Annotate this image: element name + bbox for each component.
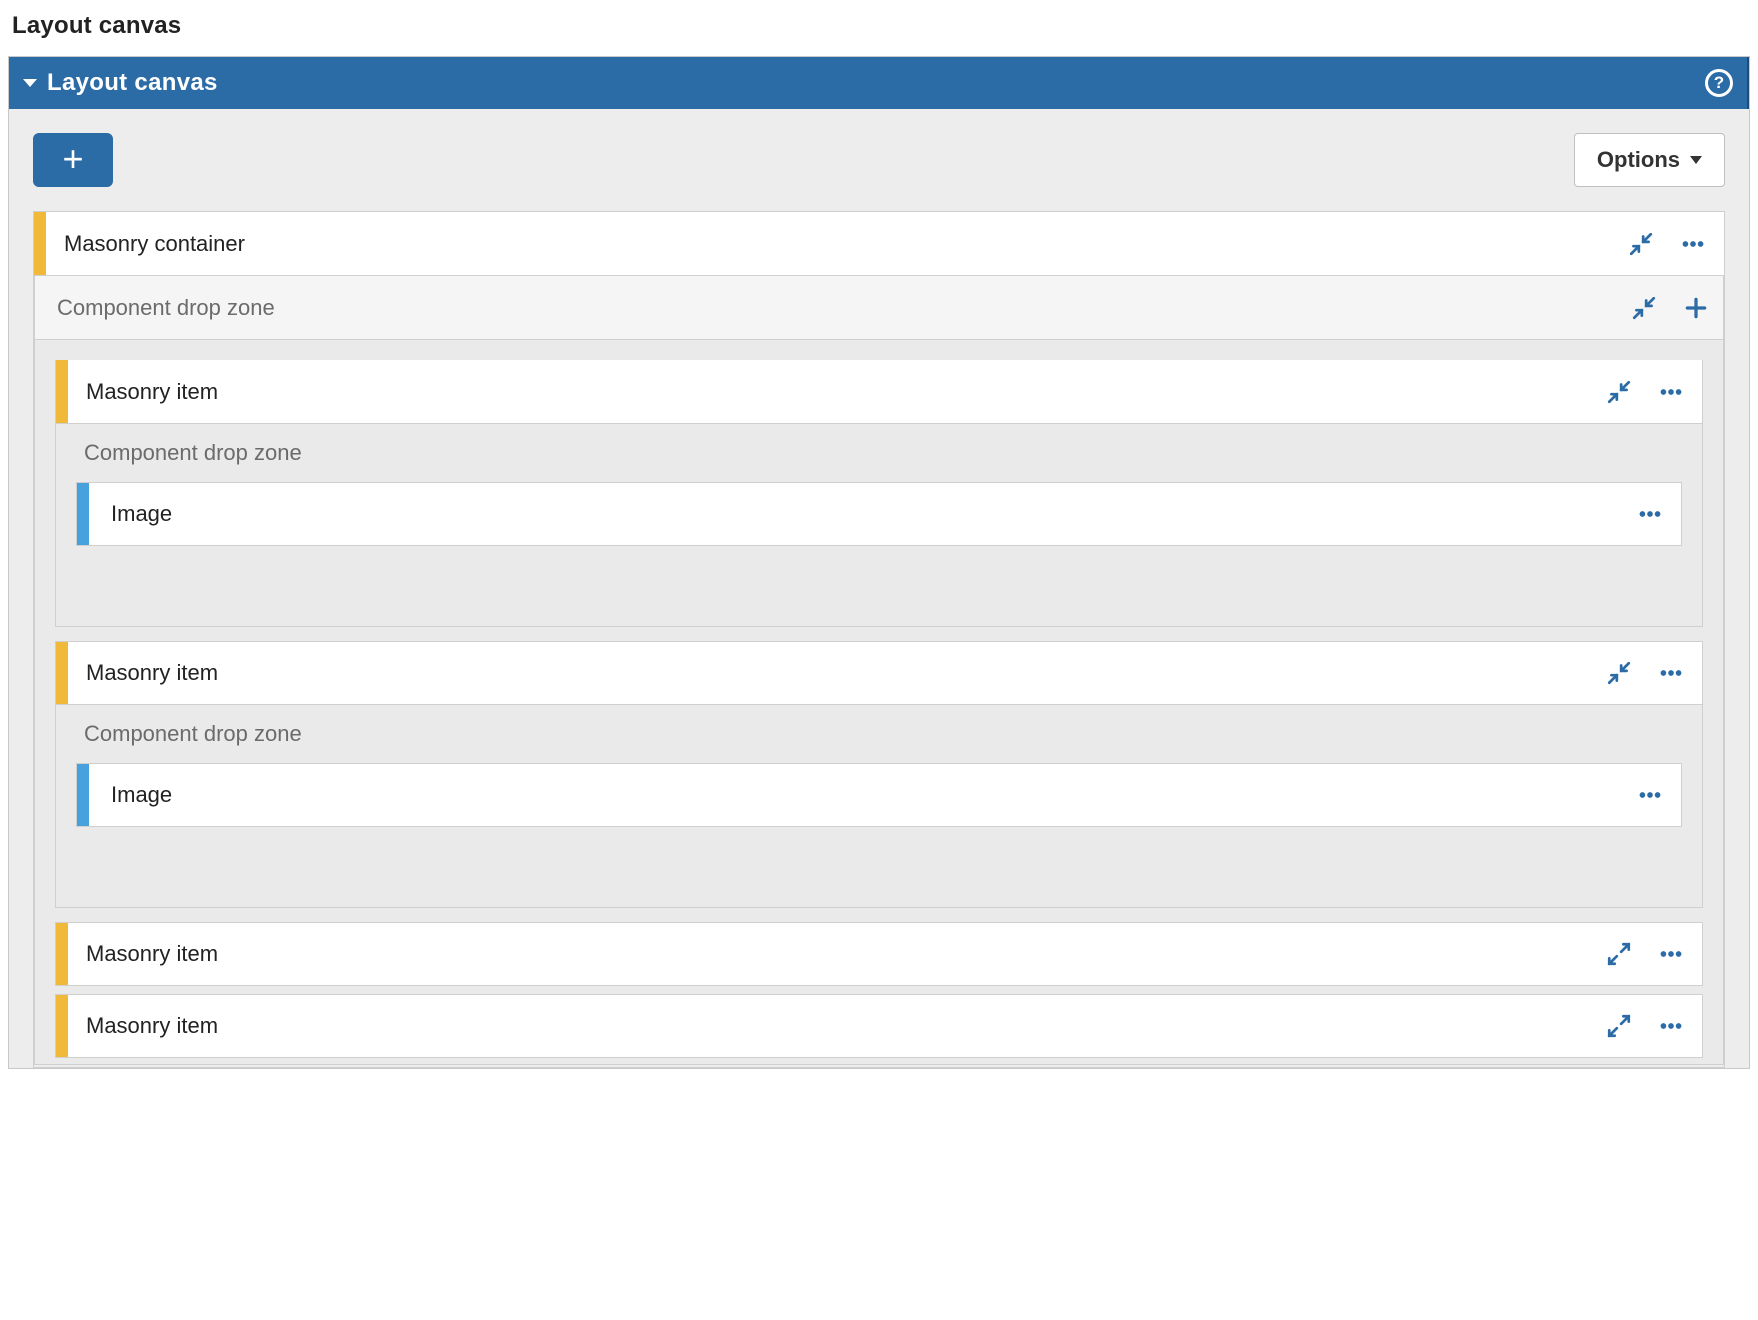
more-icon[interactable] bbox=[1654, 1009, 1688, 1043]
tree-row-image[interactable]: Image bbox=[76, 763, 1682, 827]
element-color-bar bbox=[77, 764, 89, 826]
item-dropzone-body: Component drop zone Image bbox=[55, 424, 1703, 627]
tree-row-masonry-item[interactable]: Masonry item bbox=[55, 994, 1703, 1058]
component-color-bar bbox=[56, 923, 68, 985]
add-icon[interactable] bbox=[1679, 291, 1713, 325]
tree-row-masonry-item[interactable]: Masonry item bbox=[55, 360, 1703, 424]
help-icon[interactable]: ? bbox=[1705, 69, 1733, 97]
panel-collapse-caret-icon[interactable] bbox=[23, 79, 37, 87]
page-title: Layout canvas bbox=[12, 12, 1750, 40]
collapse-icon[interactable] bbox=[1602, 656, 1636, 690]
panel-title: Layout canvas bbox=[47, 69, 218, 97]
more-icon[interactable] bbox=[1654, 375, 1688, 409]
more-icon[interactable] bbox=[1654, 656, 1688, 690]
canvas-tree: Masonry container bbox=[33, 211, 1725, 1068]
more-icon[interactable] bbox=[1676, 227, 1710, 261]
canvas-toolbar: + Options bbox=[33, 133, 1725, 187]
plus-icon: + bbox=[62, 141, 83, 177]
row-label: Image bbox=[111, 501, 172, 527]
expand-icon[interactable] bbox=[1602, 937, 1636, 971]
dropzone-label: Component drop zone bbox=[57, 295, 275, 321]
outer-dropzone-header[interactable]: Component drop zone bbox=[34, 276, 1724, 340]
row-label: Masonry container bbox=[64, 231, 245, 257]
component-color-bar bbox=[34, 212, 46, 275]
layout-canvas-panel: Layout canvas ? + Options Mason bbox=[8, 56, 1750, 1069]
inner-dropzone-header[interactable]: Component drop zone bbox=[76, 705, 1682, 763]
inner-dropzone-header[interactable]: Component drop zone bbox=[76, 424, 1682, 482]
component-color-bar bbox=[56, 360, 68, 423]
dropzone-label: Component drop zone bbox=[84, 721, 302, 747]
outer-dropzone-body: Masonry item bbox=[34, 340, 1724, 1065]
component-color-bar bbox=[56, 642, 68, 704]
dropzone-label: Component drop zone bbox=[84, 440, 302, 466]
tree-row-image[interactable]: Image bbox=[76, 482, 1682, 546]
options-label: Options bbox=[1597, 147, 1680, 173]
panel-header: Layout canvas ? bbox=[9, 57, 1749, 109]
collapse-icon[interactable] bbox=[1624, 227, 1658, 261]
tree-row-masonry-container[interactable]: Masonry container bbox=[34, 212, 1724, 276]
add-element-button[interactable]: + bbox=[33, 133, 113, 187]
more-icon[interactable] bbox=[1633, 497, 1667, 531]
element-color-bar bbox=[77, 483, 89, 545]
component-color-bar bbox=[56, 995, 68, 1057]
panel-body: + Options Masonry container bbox=[9, 109, 1749, 1068]
collapse-icon[interactable] bbox=[1627, 291, 1661, 325]
row-label: Masonry item bbox=[86, 660, 218, 686]
row-label: Image bbox=[111, 782, 172, 808]
options-dropdown-button[interactable]: Options bbox=[1574, 133, 1725, 187]
row-label: Masonry item bbox=[86, 379, 218, 405]
caret-down-icon bbox=[1690, 156, 1702, 164]
collapse-icon[interactable] bbox=[1602, 375, 1636, 409]
tree-row-masonry-item[interactable]: Masonry item bbox=[55, 641, 1703, 705]
row-label: Masonry item bbox=[86, 1013, 218, 1039]
expand-icon[interactable] bbox=[1602, 1009, 1636, 1043]
more-icon[interactable] bbox=[1633, 778, 1667, 812]
row-label: Masonry item bbox=[86, 941, 218, 967]
more-icon[interactable] bbox=[1654, 937, 1688, 971]
tree-row-masonry-item[interactable]: Masonry item bbox=[55, 922, 1703, 986]
item-dropzone-body: Component drop zone Image bbox=[55, 705, 1703, 908]
